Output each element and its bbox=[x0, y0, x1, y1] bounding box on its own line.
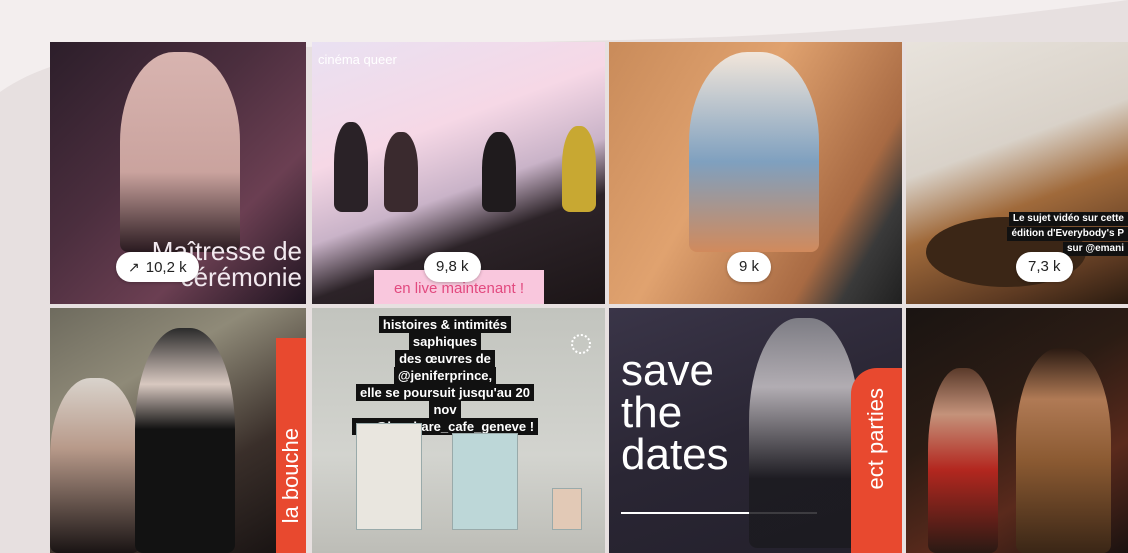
view-count-badge: 7,3 k bbox=[1016, 252, 1073, 282]
artwork-frame-3 bbox=[552, 488, 582, 530]
person-right bbox=[135, 328, 235, 553]
view-count-badge: 9,8 k bbox=[424, 252, 481, 282]
illustration-figures bbox=[689, 52, 819, 252]
loading-icon bbox=[571, 334, 591, 354]
post-grid: Maîtresse de cérémonie ↗ 10,2 k cinéma qu… bbox=[50, 42, 1128, 553]
person-left bbox=[928, 368, 998, 553]
panel-person-4 bbox=[562, 126, 596, 212]
artwork-frame-2 bbox=[452, 433, 518, 530]
caption-line: Le sujet vidéo sur cette bbox=[1008, 212, 1128, 226]
post-tile-maitresse[interactable]: Maîtresse de cérémonie ↗ 10,2 k bbox=[50, 42, 306, 304]
post-tile-cafe[interactable]: Le sujet vidéo sur cette édition d'Every… bbox=[906, 42, 1128, 304]
vertical-text: la bouche bbox=[278, 428, 303, 524]
trending-up-icon: ↗ bbox=[128, 259, 140, 275]
post-tile-cinema-queer[interactable]: cinéma queer en live maintenant ! 9,8 k bbox=[312, 42, 605, 304]
post-tile-save-the-dates[interactable]: save the dates ect parties bbox=[609, 308, 902, 553]
sailor-figure bbox=[749, 318, 859, 548]
panel-person-2 bbox=[384, 132, 418, 212]
portrait-figure bbox=[120, 52, 240, 252]
cinema-label: cinéma queer bbox=[318, 52, 397, 67]
caption-line: édition d'Everybody's P bbox=[1007, 227, 1128, 241]
panel-person-1 bbox=[334, 122, 368, 212]
post-tile-duo[interactable]: la bouche bbox=[50, 308, 306, 553]
caption-line: sur @emani bbox=[1063, 242, 1128, 256]
post-tile-illustration[interactable]: 9 k bbox=[609, 42, 902, 304]
artwork-frame-1 bbox=[356, 423, 422, 530]
story-text: histoires & intimités saphiques des œuvr… bbox=[350, 316, 540, 435]
person-left bbox=[50, 378, 140, 553]
view-count-badge: ↗ 10,2 k bbox=[116, 252, 199, 282]
person-right bbox=[1016, 348, 1111, 553]
view-count-badge: 9 k bbox=[727, 252, 772, 282]
post-tile-exhibition[interactable]: histoires & intimités saphiques des œuvr… bbox=[312, 308, 605, 553]
save-the-dates-headline: save the dates bbox=[621, 346, 729, 479]
post-tile-portraits[interactable] bbox=[906, 308, 1128, 553]
vertical-text: ect parties bbox=[863, 388, 888, 490]
panel-person-3 bbox=[482, 132, 516, 212]
